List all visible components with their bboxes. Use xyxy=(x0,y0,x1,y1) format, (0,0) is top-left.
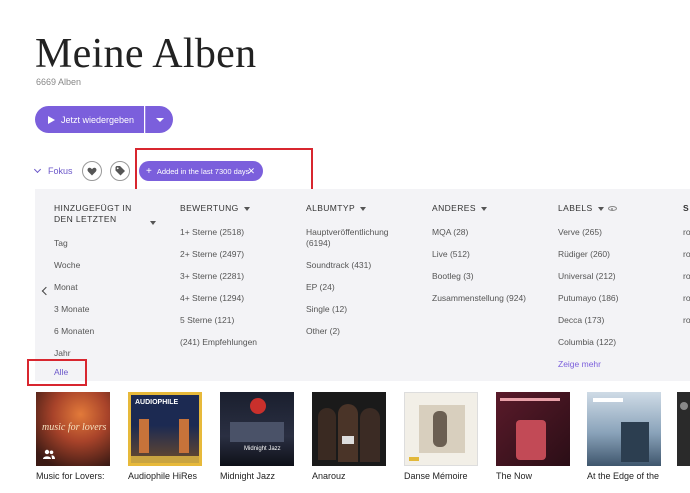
filter-option[interactable]: Rüdiger (260) xyxy=(558,249,610,260)
filter-column-other: ANDERES MQA (28) Live (512) Bootleg (3) … xyxy=(432,203,552,303)
album-cover: Midnight Jazz xyxy=(220,392,294,466)
filter-column-partial: S ro ro ro ro ro xyxy=(683,203,690,343)
album-cover xyxy=(677,392,690,466)
chevron-down-icon xyxy=(33,165,42,174)
play-icon xyxy=(48,115,55,124)
album-title[interactable]: Music for Lovers: xyxy=(36,471,105,481)
filter-column-header[interactable]: BEWERTUNG xyxy=(180,203,300,214)
caret-down-icon xyxy=(243,207,250,211)
album-title[interactable]: Midnight Jazz xyxy=(220,471,275,481)
caret-down-icon xyxy=(480,207,487,211)
filter-option[interactable]: Bootleg (3) xyxy=(432,271,474,282)
caret-down-icon xyxy=(360,207,367,211)
album-cover xyxy=(312,392,386,466)
favorites-filter-button[interactable] xyxy=(82,161,102,181)
album-card[interactable]: At the Edge of the xyxy=(587,392,661,481)
filter-option[interactable]: Columbia (122) xyxy=(558,337,616,348)
album-card[interactable]: music for lovers Music for Lovers: xyxy=(36,392,110,481)
filter-column-album-type: ALBUMTYP Hauptveröffentlichung (6194) So… xyxy=(306,203,426,336)
filter-option[interactable]: Live (512) xyxy=(432,249,470,260)
album-card[interactable] xyxy=(677,392,690,466)
filter-option[interactable]: Hauptveröffentlichung (6194) xyxy=(306,227,406,249)
filter-option[interactable]: 4+ Sterne (1294) xyxy=(180,293,244,304)
cover-text: Midnight Jazz xyxy=(244,446,281,452)
filter-option[interactable]: Woche xyxy=(54,260,80,271)
filter-option[interactable]: 1+ Sterne (2518) xyxy=(180,227,244,238)
focus-toggle[interactable]: Fokus xyxy=(33,165,73,176)
filter-column-labels: LABELS Verve (265) Rüdiger (260) Univers… xyxy=(558,203,668,369)
filter-option[interactable]: ro xyxy=(683,315,690,326)
filter-column-rating: BEWERTUNG 1+ Sterne (2518) 2+ Sterne (24… xyxy=(180,203,300,347)
album-card[interactable]: The Now xyxy=(496,392,570,481)
cover-text: music for lovers xyxy=(42,422,107,433)
play-now-label: Jetzt wiedergeben xyxy=(61,114,135,125)
play-now-button[interactable]: Jetzt wiedergeben xyxy=(35,106,144,133)
caret-down-icon xyxy=(155,117,164,122)
filter-option[interactable]: Soundtrack (431) xyxy=(306,260,371,271)
filter-option[interactable]: ro xyxy=(683,249,690,260)
album-card[interactable]: Anarouz xyxy=(312,392,386,481)
filter-option[interactable]: 5 Sterne (121) xyxy=(180,315,234,326)
album-cover: music for lovers xyxy=(36,392,110,466)
caret-down-icon xyxy=(150,221,156,225)
album-title[interactable]: Anarouz xyxy=(312,471,346,481)
heart-icon xyxy=(87,167,97,175)
highlight-box-alle xyxy=(27,359,87,386)
filter-option[interactable]: Decca (173) xyxy=(558,315,604,326)
album-title[interactable]: Audiophile HiRes xyxy=(128,471,197,481)
play-options-dropdown[interactable] xyxy=(145,106,173,133)
page-title: Meine Alben xyxy=(35,31,257,77)
filter-option[interactable]: Verve (265) xyxy=(558,227,602,238)
filter-option[interactable]: EP (24) xyxy=(306,282,335,293)
caret-down-icon xyxy=(597,207,604,211)
filter-column-header[interactable]: S xyxy=(683,203,690,214)
filter-column-header[interactable]: ANDERES xyxy=(432,203,552,214)
album-cover: AUDIOPHILE xyxy=(128,392,202,466)
album-card[interactable]: AUDIOPHILE Audiophile HiRes xyxy=(128,392,202,481)
album-cover xyxy=(587,392,661,466)
filter-option[interactable]: ro xyxy=(683,227,690,238)
filter-column-header[interactable]: ALBUMTYP xyxy=(306,203,426,214)
filter-column-added: HINZUGEFÜGT IN DEN LETZTEN Tag Woche Mon… xyxy=(54,203,164,377)
filter-column-header[interactable]: HINZUGEFÜGT IN DEN LETZTEN xyxy=(54,203,164,225)
filter-column-header[interactable]: LABELS xyxy=(558,203,668,214)
filter-option[interactable]: ro xyxy=(683,293,690,304)
cover-text: AUDIOPHILE xyxy=(135,399,179,406)
filter-option[interactable]: MQA (28) xyxy=(432,227,468,238)
visibility-icon[interactable] xyxy=(607,206,617,211)
filter-option[interactable]: Jahr xyxy=(54,348,71,359)
play-button-group: Jetzt wiedergeben xyxy=(35,106,173,133)
album-grid: music for lovers Music for Lovers: AUDIO… xyxy=(0,392,690,493)
filter-option[interactable]: Other (2) xyxy=(306,326,340,337)
filter-option[interactable]: Universal (212) xyxy=(558,271,616,282)
filter-option[interactable]: 6 Monaten xyxy=(54,326,94,337)
filter-option[interactable]: (241) Empfehlungen xyxy=(180,337,257,348)
user-icon xyxy=(43,449,55,459)
album-cover xyxy=(404,392,478,466)
filter-option[interactable]: Zusammenstellung (924) xyxy=(432,293,526,304)
filter-option[interactable]: Putumayo (186) xyxy=(558,293,618,304)
tags-filter-button[interactable] xyxy=(110,161,130,181)
filter-option[interactable]: Tag xyxy=(54,238,68,249)
tag-icon xyxy=(115,166,125,176)
filter-option[interactable]: Single (12) xyxy=(306,304,347,315)
show-more-link[interactable]: Zeige mehr xyxy=(558,359,601,370)
album-title[interactable]: Danse Mémoire xyxy=(404,471,468,481)
filter-option[interactable]: Monat xyxy=(54,282,78,293)
album-title[interactable]: At the Edge of the xyxy=(587,471,659,481)
filter-option[interactable]: 3 Monate xyxy=(54,304,89,315)
album-card[interactable]: Midnight Jazz Midnight Jazz xyxy=(220,392,294,481)
filter-option[interactable]: ro xyxy=(683,271,690,282)
album-card[interactable]: Danse Mémoire xyxy=(404,392,478,481)
album-cover xyxy=(496,392,570,466)
filter-option[interactable]: 2+ Sterne (2497) xyxy=(180,249,244,260)
filter-option[interactable]: 3+ Sterne (2281) xyxy=(180,271,244,282)
album-title[interactable]: The Now xyxy=(496,471,532,481)
focus-label: Fokus xyxy=(48,166,73,176)
album-count: 6669 Alben xyxy=(36,77,82,87)
